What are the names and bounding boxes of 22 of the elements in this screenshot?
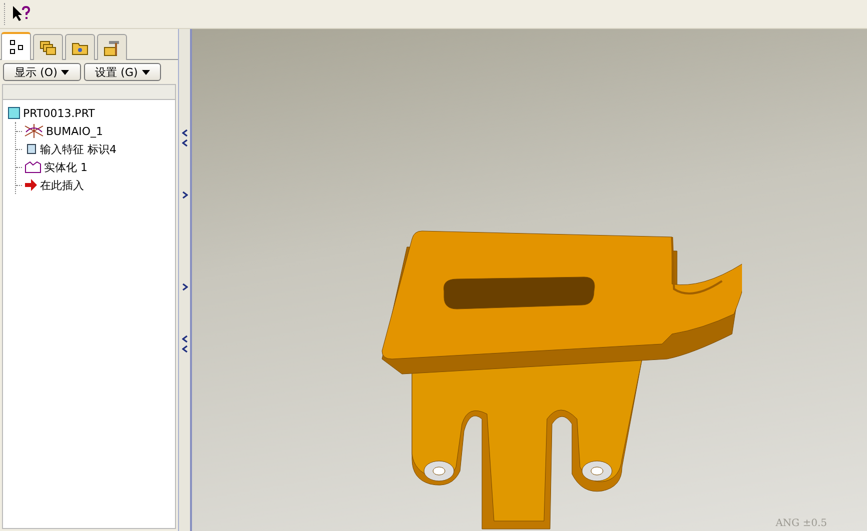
part-icon — [7, 106, 21, 120]
expand-right-icon[interactable] — [182, 191, 188, 199]
tree-item[interactable]: BUMAIO_1 — [46, 124, 104, 138]
arrow-icon — [24, 179, 38, 191]
curve-icon — [24, 124, 44, 138]
expand-right-icon[interactable] — [182, 283, 188, 291]
solidify-icon — [24, 160, 42, 174]
dropdown-button[interactable]: 设置 (G) — [84, 63, 161, 81]
tree-item[interactable]: 实体化 1 — [44, 160, 88, 174]
import-feature-icon — [24, 142, 38, 156]
tree-icon — [8, 39, 24, 55]
panel-tab[interactable] — [1, 32, 31, 60]
toolbox-icon — [103, 38, 121, 56]
help-pointer-icon[interactable] — [11, 5, 31, 23]
tree-item[interactable]: 输入特征 标识4 — [40, 142, 116, 156]
caret-icon — [142, 70, 150, 74]
dropdown-button[interactable]: 显示 (O) — [3, 63, 81, 81]
tree-item[interactable]: 在此插入 — [40, 178, 84, 192]
dimension-note: ANG ±0.5 — [776, 518, 827, 529]
tree-item[interactable]: PRT0013.PRT — [23, 106, 95, 120]
caret-icon — [61, 70, 70, 74]
layers-icon — [39, 40, 57, 56]
